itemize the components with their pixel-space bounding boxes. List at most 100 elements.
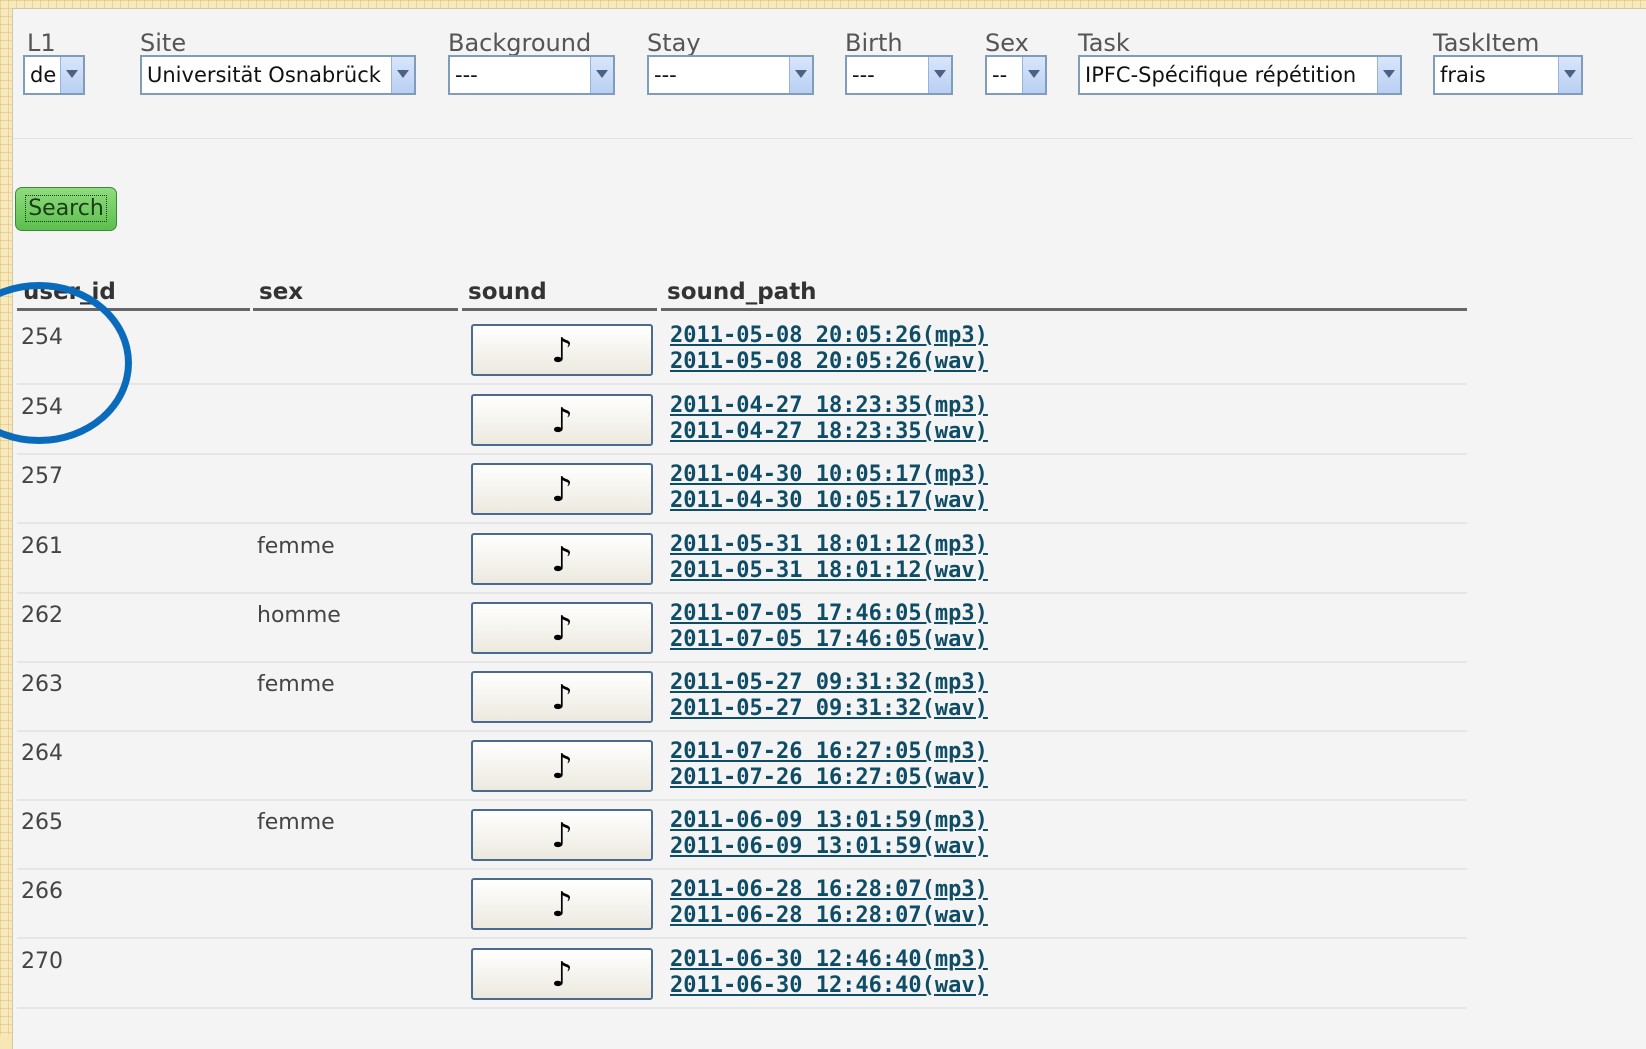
table-row: 254 ♪ 2011-04-27 18:23:35(mp3) 2011-04-2…: [17, 383, 1467, 455]
column-header-sound-path[interactable]: sound_path: [661, 277, 1467, 311]
table-row: 270 ♪ 2011-06-30 12:46:40(mp3) 2011-06-3…: [17, 937, 1467, 1009]
content-panel: L1 de Site Universität Osnabrück Backgro…: [12, 8, 1646, 1049]
sound-path-cell: 2011-04-30 10:05:17(mp3) 2011-04-30 10:0…: [670, 462, 988, 514]
play-button[interactable]: ♪: [471, 948, 653, 1000]
music-note-icon: ♪: [551, 540, 573, 580]
table-row: 263 femme ♪ 2011-05-27 09:31:32(mp3) 201…: [17, 660, 1467, 732]
music-note-icon: ♪: [551, 470, 573, 510]
mp3-link[interactable]: 2011-07-05 17:46:05(mp3): [670, 601, 988, 627]
table-row: 265 femme ♪ 2011-06-09 13:01:59(mp3) 201…: [17, 798, 1467, 870]
sound-path-cell: 2011-06-09 13:01:59(mp3) 2011-06-09 13:0…: [670, 808, 988, 860]
chevron-down-icon: [928, 57, 951, 93]
music-note-icon: ♪: [551, 747, 573, 787]
music-note-icon: ♪: [551, 609, 573, 649]
background-select[interactable]: ---: [448, 55, 615, 95]
wav-link[interactable]: 2011-06-28 16:28:07(wav): [670, 903, 988, 929]
sound-path-cell: 2011-05-27 09:31:32(mp3) 2011-05-27 09:3…: [670, 670, 988, 722]
stay-select[interactable]: ---: [647, 55, 814, 95]
play-button[interactable]: ♪: [471, 878, 653, 930]
mp3-link[interactable]: 2011-06-09 13:01:59(mp3): [670, 808, 988, 834]
music-note-icon: ♪: [551, 885, 573, 925]
chevron-down-icon: [1022, 57, 1045, 93]
mp3-link[interactable]: 2011-06-28 16:28:07(mp3): [670, 877, 988, 903]
wav-link[interactable]: 2011-05-31 18:01:12(wav): [670, 558, 988, 584]
filter-divider: [13, 138, 1633, 139]
play-button[interactable]: ♪: [471, 324, 653, 376]
sound-path-cell: 2011-06-30 12:46:40(mp3) 2011-06-30 12:4…: [670, 947, 988, 999]
mp3-link[interactable]: 2011-06-30 12:46:40(mp3): [670, 947, 988, 973]
wav-link[interactable]: 2011-05-08 20:05:26(wav): [670, 349, 988, 375]
user-id-cell: 270: [21, 949, 63, 974]
play-button[interactable]: ♪: [471, 671, 653, 723]
music-note-icon: ♪: [551, 331, 573, 371]
l1-select[interactable]: de: [23, 55, 85, 95]
play-button[interactable]: ♪: [471, 809, 653, 861]
table-row: 262 homme ♪ 2011-07-05 17:46:05(mp3) 201…: [17, 591, 1467, 663]
birth-select-value: ---: [852, 63, 875, 87]
stay-select-value: ---: [654, 63, 677, 87]
birth-select[interactable]: ---: [845, 55, 953, 95]
user-id-cell: 257: [21, 464, 63, 489]
table-row: 254 ♪ 2011-05-08 20:05:26(mp3) 2011-05-0…: [17, 313, 1467, 385]
mp3-link[interactable]: 2011-05-27 09:31:32(mp3): [670, 670, 988, 696]
sex-cell: femme: [257, 534, 335, 559]
sound-path-cell: 2011-07-05 17:46:05(mp3) 2011-07-05 17:4…: [670, 601, 988, 653]
sound-path-cell: 2011-07-26 16:27:05(mp3) 2011-07-26 16:2…: [670, 739, 988, 791]
sound-path-cell: 2011-05-31 18:01:12(mp3) 2011-05-31 18:0…: [670, 532, 988, 584]
music-note-icon: ♪: [551, 401, 573, 441]
sound-path-cell: 2011-06-28 16:28:07(mp3) 2011-06-28 16:2…: [670, 877, 988, 929]
user-id-cell: 263: [21, 672, 63, 697]
chevron-down-icon: [1558, 57, 1581, 93]
wav-link[interactable]: 2011-04-30 10:05:17(wav): [670, 488, 988, 514]
sound-path-cell: 2011-04-27 18:23:35(mp3) 2011-04-27 18:2…: [670, 393, 988, 445]
user-id-cell: 262: [21, 603, 63, 628]
sex-select-value: --: [992, 63, 1008, 87]
user-id-cell: 266: [21, 879, 63, 904]
play-button[interactable]: ♪: [471, 463, 653, 515]
search-button-label: Search: [25, 195, 107, 222]
wav-link[interactable]: 2011-07-26 16:27:05(wav): [670, 765, 988, 791]
sex-cell: femme: [257, 672, 335, 697]
play-button[interactable]: ♪: [471, 394, 653, 446]
task-select[interactable]: IPFC-Spécifique répétition: [1078, 55, 1402, 95]
chevron-down-icon: [1377, 57, 1400, 93]
sound-path-cell: 2011-05-08 20:05:26(mp3) 2011-05-08 20:0…: [670, 323, 988, 375]
mp3-link[interactable]: 2011-04-30 10:05:17(mp3): [670, 462, 988, 488]
play-button[interactable]: ♪: [471, 533, 653, 585]
l1-select-value: de: [30, 63, 57, 87]
search-button[interactable]: Search: [15, 187, 117, 231]
background-select-value: ---: [455, 63, 478, 87]
table-row: 264 ♪ 2011-07-26 16:27:05(mp3) 2011-07-2…: [17, 729, 1467, 801]
chevron-down-icon: [60, 57, 83, 93]
wav-link[interactable]: 2011-07-05 17:46:05(wav): [670, 627, 988, 653]
play-button[interactable]: ♪: [471, 740, 653, 792]
table-row: 261 femme ♪ 2011-05-31 18:01:12(mp3) 201…: [17, 522, 1467, 594]
mp3-link[interactable]: 2011-05-31 18:01:12(mp3): [670, 532, 988, 558]
sex-select[interactable]: --: [985, 55, 1047, 95]
sex-cell: femme: [257, 810, 335, 835]
chevron-down-icon: [391, 57, 414, 93]
wav-link[interactable]: 2011-06-09 13:01:59(wav): [670, 834, 988, 860]
sex-cell: homme: [257, 603, 341, 628]
user-id-cell: 264: [21, 741, 63, 766]
wav-link[interactable]: 2011-04-27 18:23:35(wav): [670, 419, 988, 445]
mp3-link[interactable]: 2011-07-26 16:27:05(mp3): [670, 739, 988, 765]
music-note-icon: ♪: [551, 816, 573, 856]
column-header-sex[interactable]: sex: [253, 277, 458, 311]
chevron-down-icon: [590, 57, 613, 93]
table-row: 257 ♪ 2011-04-30 10:05:17(mp3) 2011-04-3…: [17, 452, 1467, 524]
chevron-down-icon: [789, 57, 812, 93]
mp3-link[interactable]: 2011-04-27 18:23:35(mp3): [670, 393, 988, 419]
music-note-icon: ♪: [551, 955, 573, 995]
column-header-sound[interactable]: sound: [462, 277, 657, 311]
user-id-cell: 265: [21, 810, 63, 835]
site-select[interactable]: Universität Osnabrück: [140, 55, 416, 95]
task-select-value: IPFC-Spécifique répétition: [1085, 63, 1357, 87]
music-note-icon: ♪: [551, 678, 573, 718]
wav-link[interactable]: 2011-06-30 12:46:40(wav): [670, 973, 988, 999]
wav-link[interactable]: 2011-05-27 09:31:32(wav): [670, 696, 988, 722]
taskitem-select[interactable]: frais: [1433, 55, 1583, 95]
mp3-link[interactable]: 2011-05-08 20:05:26(mp3): [670, 323, 988, 349]
play-button[interactable]: ♪: [471, 602, 653, 654]
table-row: 266 ♪ 2011-06-28 16:28:07(mp3) 2011-06-2…: [17, 867, 1467, 939]
